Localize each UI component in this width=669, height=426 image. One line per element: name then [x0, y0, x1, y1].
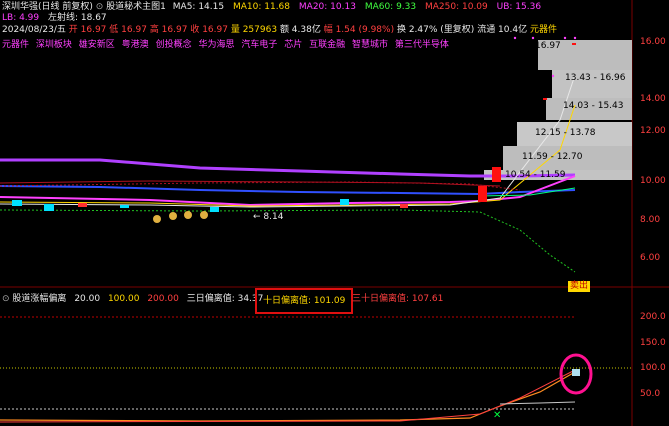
- volume-label: 量 257963: [230, 25, 278, 35]
- ma250-label: MA250: 10.09: [425, 2, 488, 12]
- price-tick: 8.00: [640, 215, 661, 225]
- lower-band: [0, 209, 576, 273]
- ind-tick: 50.0: [640, 389, 661, 399]
- change-label: 幅 1.54 (9.98%): [323, 25, 395, 35]
- concept-tag[interactable]: 互联金融: [309, 40, 345, 50]
- ind-curve-orange: [0, 371, 576, 422]
- open-label: 开 16.97: [68, 25, 107, 35]
- level-label: 11.59 - 12.70: [522, 152, 583, 162]
- concept-tag[interactable]: 深圳板块: [36, 40, 72, 50]
- concept-tag[interactable]: 元器件: [2, 40, 29, 50]
- price-tick: 16.00: [640, 37, 666, 47]
- close-label: 收 16.97: [190, 25, 228, 35]
- info-bar: 2024/08/23/五 开 16.97 低 16.97 高 16.97 收 1…: [2, 25, 557, 36]
- ind-tick: 100.0: [640, 363, 666, 373]
- ind-param-3: 200.00: [147, 294, 179, 304]
- ind-tick: 150.0: [640, 338, 666, 348]
- date-label: 2024/08/23/五: [2, 25, 66, 35]
- level-label: 12.15 - 13.78: [535, 128, 596, 138]
- ub-label: UB: 15.36: [496, 2, 542, 12]
- concept-tag[interactable]: 芯片: [284, 40, 302, 50]
- ma-blue-line: [0, 185, 576, 196]
- price-tick: 10.00: [640, 176, 666, 186]
- ind-param-2: 100.00: [107, 294, 140, 304]
- chart-canvas[interactable]: ✕: [0, 0, 669, 426]
- concept-tags: 元器件 深圳板块 雄安新区 粤港澳 创投概念 华为海思 汽车电子 芯片 互联金融…: [2, 40, 453, 51]
- chart-header: 深圳华强(日线 前复权) ⊙ 股道秘术主图1 MA5: 14.15 MA10: …: [2, 2, 547, 13]
- low-price-annotation: ← 8.14: [253, 212, 284, 222]
- sector-label[interactable]: 元器件: [530, 25, 557, 35]
- amount-label: 额 4.38亿: [279, 25, 321, 35]
- day10-deviation: 十日偏离值: 101.09: [255, 288, 354, 314]
- sell-tag: 卖出: [568, 281, 591, 292]
- level-label: 10.54 - 11.59: [505, 170, 566, 180]
- day3-deviation: 三日偏离值: 34.37: [186, 294, 264, 304]
- concept-tag[interactable]: 智慧城市: [352, 40, 388, 50]
- price-tick: 12.00: [640, 126, 666, 136]
- settings-icon[interactable]: ⊙: [96, 2, 106, 12]
- concept-tag[interactable]: 粤港澳: [122, 40, 149, 50]
- concept-tag[interactable]: 创投概念: [156, 40, 192, 50]
- float-label: 流通 10.4亿: [477, 25, 528, 35]
- concept-tag[interactable]: 汽车电子: [241, 40, 277, 50]
- ind-tick: 200.0: [640, 312, 666, 322]
- left-price-label: 左射线: 18.67: [48, 13, 107, 23]
- level-label: 14.03 - 15.43: [563, 101, 624, 111]
- cross-mark: ✕: [493, 410, 501, 421]
- level-label: 13.43 - 16.96: [565, 73, 626, 83]
- turnover-label: 换 2.47% (里复权): [396, 25, 475, 35]
- ma10-label: MA10: 11.68: [232, 2, 291, 12]
- low-label: 低 16.97: [109, 25, 147, 35]
- level-label: 16.97: [535, 41, 561, 51]
- indicator-name[interactable]: 股道秘术主图1: [106, 2, 166, 12]
- money-bag-icons: [153, 211, 208, 223]
- ma5-label: MA5: 14.15: [172, 2, 225, 12]
- day30-deviation: 三十日偏离值: 107.61: [352, 294, 444, 304]
- ma20-label: MA20: 10.13: [298, 2, 356, 12]
- settings-icon[interactable]: ⊙: [2, 294, 10, 304]
- stock-title[interactable]: 深圳华强(日线 前复权): [2, 2, 93, 12]
- ind-param-1: 20.00: [74, 294, 101, 304]
- price-tick: 14.00: [640, 94, 666, 104]
- concept-tag[interactable]: 雄安新区: [79, 40, 115, 50]
- indicator-header: ⊙ 股道涨幅偏离 20.00 100.00 200.00 三日偏离值: 34.3…: [2, 294, 268, 305]
- indicator-title[interactable]: 股道涨幅偏离: [12, 294, 66, 304]
- ind-curve-red: [0, 369, 576, 423]
- concept-tag[interactable]: 第三代半导体: [395, 40, 449, 50]
- high-label: 高 16.97: [149, 25, 188, 35]
- concept-tag[interactable]: 华为海思: [198, 40, 234, 50]
- ma60-label: MA60: 9.33: [364, 2, 417, 12]
- price-tick: 6.00: [640, 253, 661, 263]
- lb-label: LB: 4.99: [2, 13, 40, 23]
